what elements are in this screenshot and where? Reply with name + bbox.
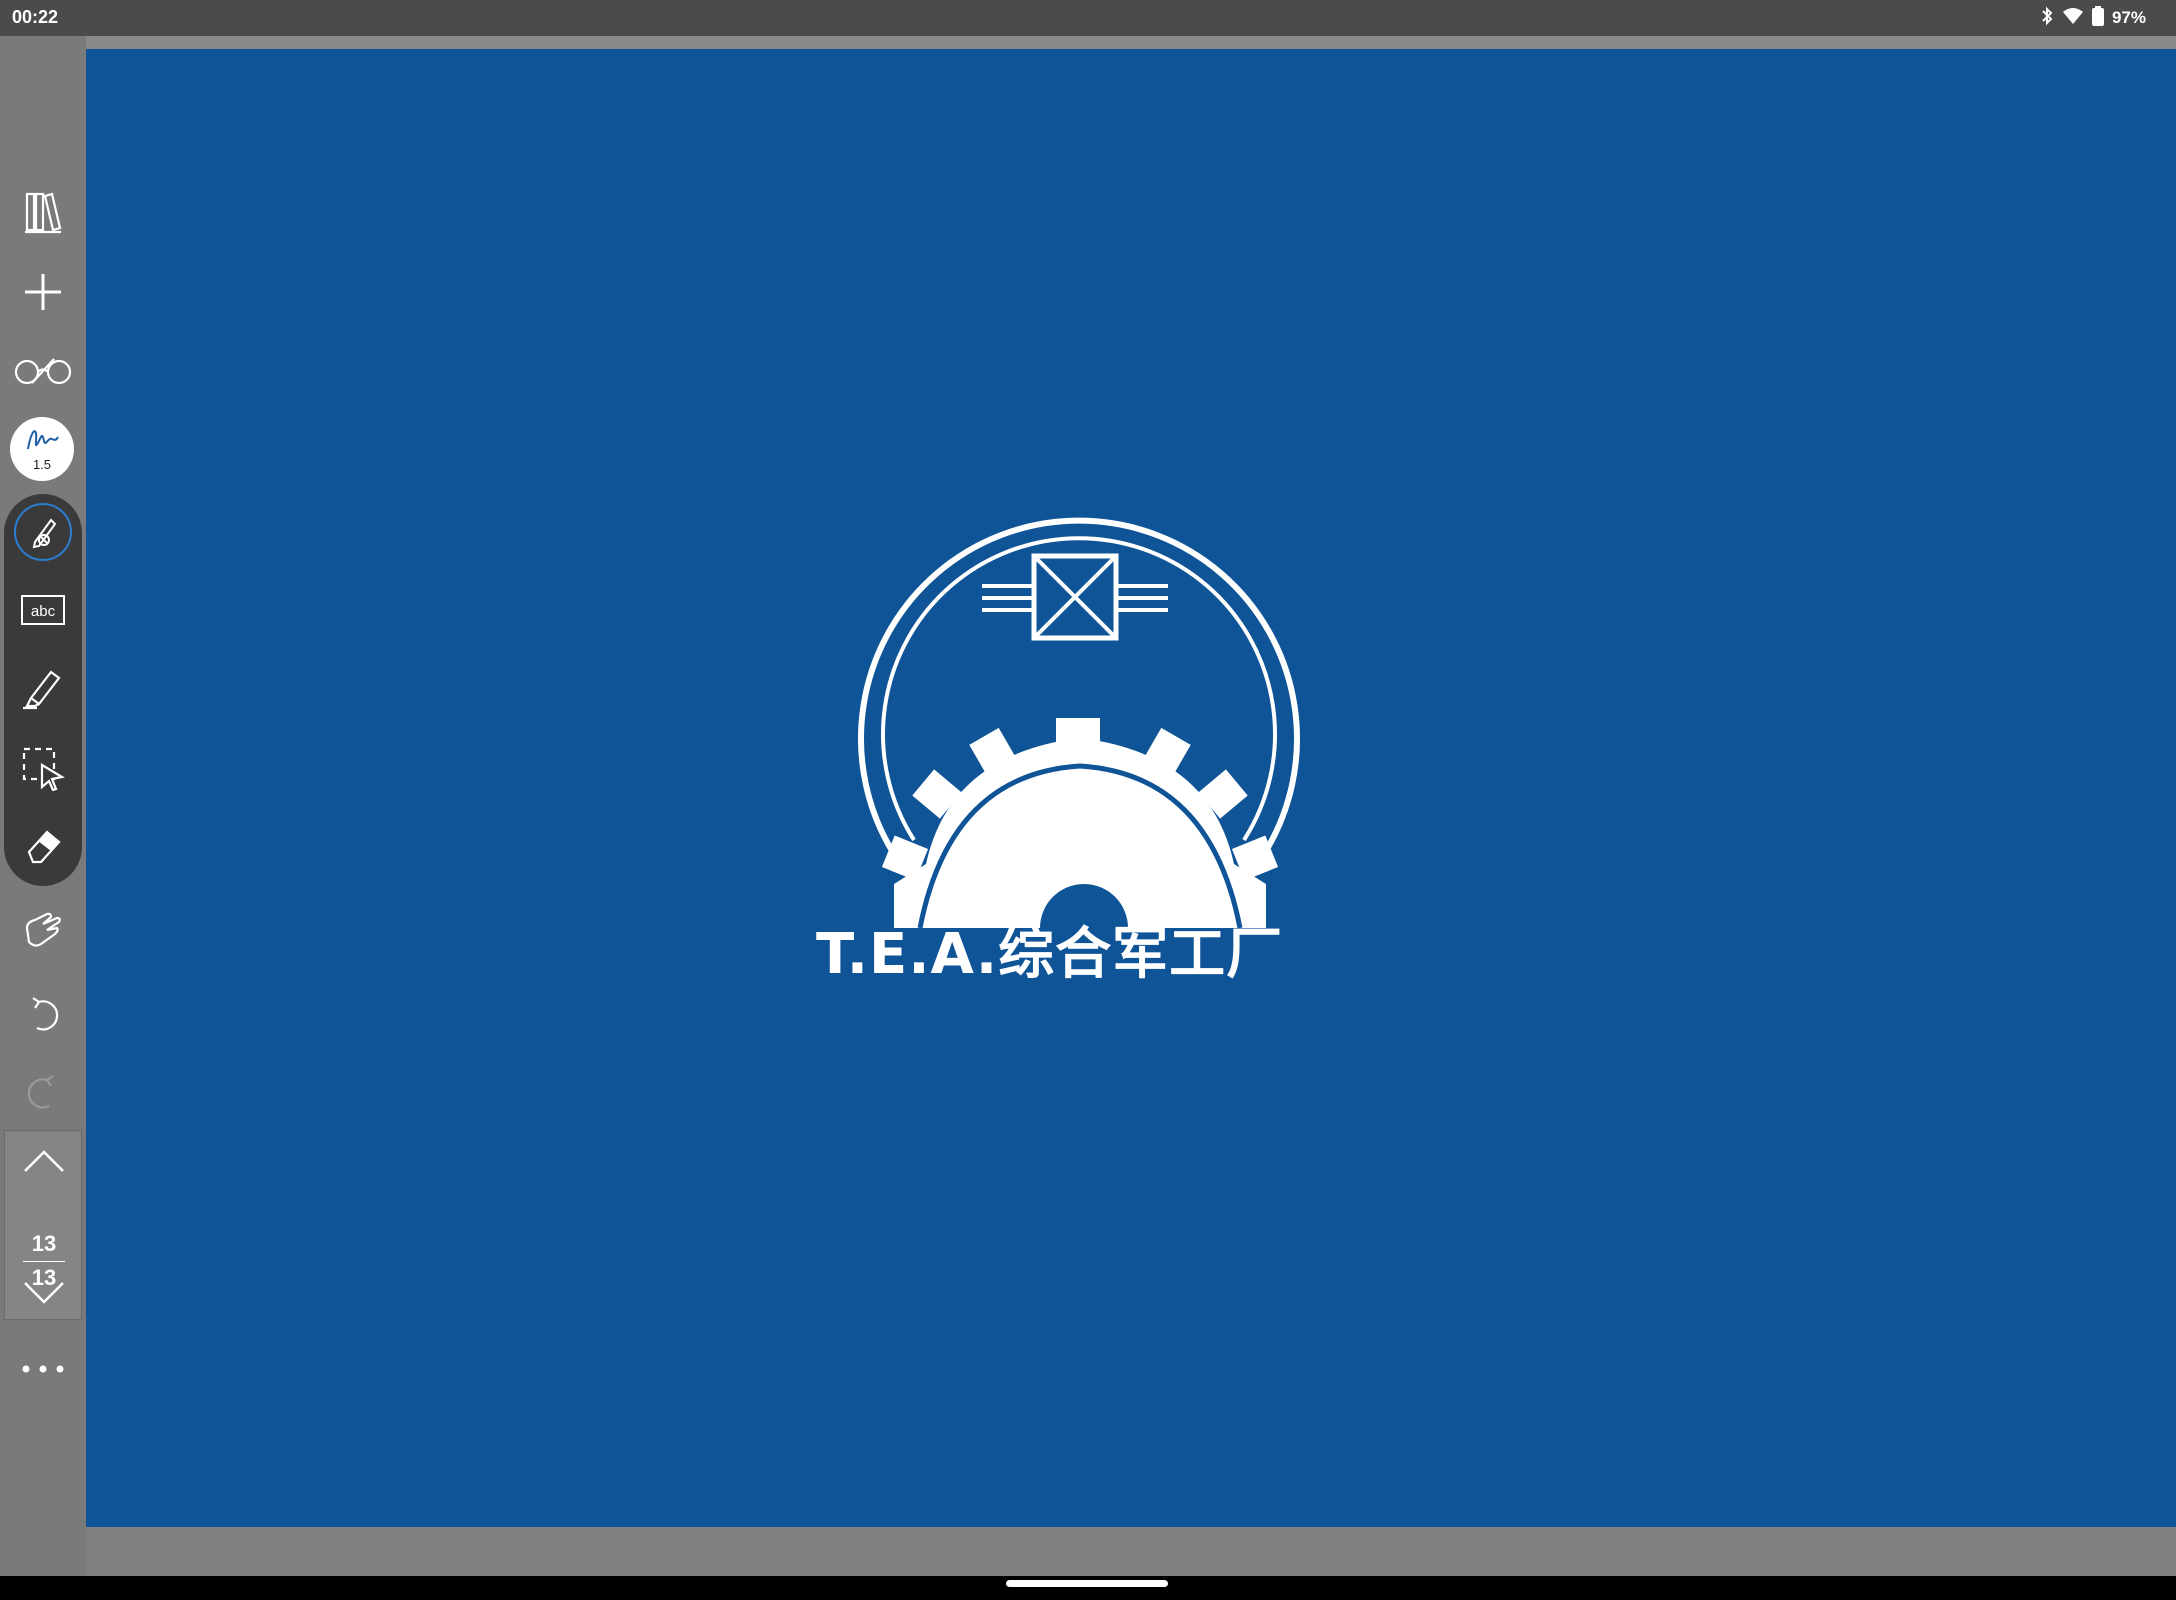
status-bar: 00:22 97% xyxy=(0,0,2176,36)
page-navigator: 13 13 xyxy=(4,1130,82,1320)
document-page[interactable]: T.E.A.综合军工厂 xyxy=(86,49,2176,1527)
redo-button[interactable] xyxy=(13,1062,73,1122)
battery-icon xyxy=(2091,6,2104,30)
current-page-number: 13 xyxy=(31,1231,57,1256)
eraser-button[interactable] xyxy=(13,816,73,876)
chevron-up-icon xyxy=(24,1150,64,1172)
library-button[interactable] xyxy=(13,182,73,242)
undo-button[interactable] xyxy=(13,984,73,1044)
reading-mode-button[interactable] xyxy=(13,340,73,400)
highlighter-button[interactable] xyxy=(13,658,73,718)
left-toolbar: 1.5 abc 13 13 xyxy=(0,36,86,1576)
home-handle[interactable] xyxy=(1006,1580,1168,1587)
text-tool-icon: abc xyxy=(21,595,65,625)
redo-icon xyxy=(27,1075,54,1109)
wifi-icon xyxy=(2062,7,2084,29)
page-down-button[interactable] xyxy=(14,1271,74,1315)
reading-mode-icon xyxy=(12,353,74,387)
lasso-select-icon xyxy=(22,747,66,791)
system-nav-bar xyxy=(0,1576,2176,1600)
svg-text:abc: abc xyxy=(31,603,56,620)
bluetooth-icon xyxy=(2040,6,2054,30)
add-button[interactable] xyxy=(13,262,73,322)
highlighter-icon xyxy=(23,670,61,710)
hand-tool-icon xyxy=(25,912,61,947)
hand-tool-button[interactable] xyxy=(13,900,73,960)
app-screen: 00:22 97% 1.5 abc 13 13 T.E.A.综合军工厂 xyxy=(0,0,2176,1600)
library-icon xyxy=(23,190,63,234)
pen-tool-icon xyxy=(14,503,72,561)
add-icon xyxy=(23,272,63,312)
status-time: 00:22 xyxy=(12,7,59,27)
page-up-button[interactable] xyxy=(14,1139,74,1183)
page-divider xyxy=(23,1261,65,1262)
pen-size-button[interactable]: 1.5 xyxy=(10,417,74,481)
eraser-icon xyxy=(27,830,61,864)
lasso-select-button[interactable] xyxy=(13,738,73,798)
company-name: T.E.A.综合军工厂 xyxy=(816,922,1284,987)
pen-tool-button[interactable] xyxy=(13,502,73,562)
pen-tools-group: abc xyxy=(4,494,82,886)
undo-icon xyxy=(32,997,59,1031)
status-icons: 97% xyxy=(2040,5,2146,31)
more-options-button[interactable] xyxy=(13,1354,73,1384)
chevron-down-icon xyxy=(24,1282,64,1304)
gear-emblem-logo xyxy=(858,517,1300,929)
document-top-margin xyxy=(86,36,2176,49)
more-dots-icon xyxy=(22,1365,64,1373)
text-tool-button[interactable]: abc xyxy=(13,580,73,640)
battery-percent: 97% xyxy=(2111,8,2146,27)
document-bottom-margin xyxy=(86,1527,2176,1576)
pen-size-label: 1.5 xyxy=(32,457,52,472)
